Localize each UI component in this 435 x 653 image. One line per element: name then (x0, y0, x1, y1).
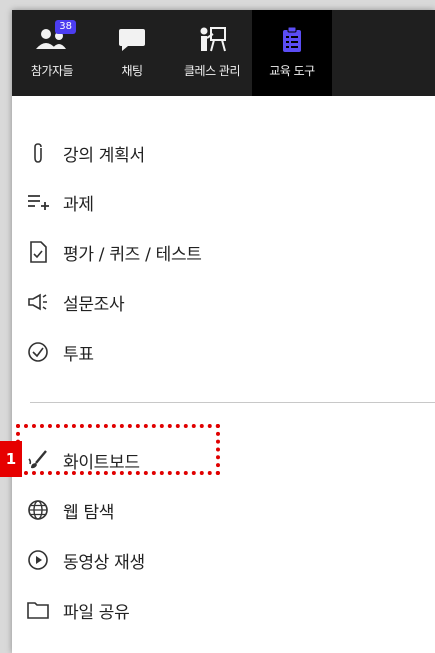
tab-education-tools[interactable]: 교육 도구 (252, 10, 332, 96)
paperclip-icon (27, 142, 49, 164)
tab-label-chat: 채팅 (121, 64, 143, 78)
participant-count-badge: 38 (55, 20, 76, 34)
chat-icon (112, 24, 152, 56)
menu-label-video-play: 동영상 재생 (63, 552, 145, 573)
menu-item-file-share[interactable]: 파일 공유 (12, 590, 435, 630)
megaphone-icon (27, 291, 49, 313)
menu-item-survey[interactable]: 설문조사 (12, 282, 435, 322)
tab-label-class-management: 클레스 관리 (183, 64, 241, 78)
menu-label-vote: 투표 (63, 344, 94, 365)
tab-class-management[interactable]: 클레스 관리 (172, 10, 252, 96)
check-circle-icon (27, 341, 49, 363)
add-list-icon (27, 191, 49, 213)
menu-divider (30, 402, 435, 403)
folder-icon (27, 599, 49, 621)
menu-item-syllabus[interactable]: 강의 계획서 (12, 133, 435, 173)
menu-label-web-browse: 웹 탐색 (63, 502, 115, 523)
menu-item-assignment[interactable]: 과제 (12, 182, 435, 222)
menu-item-quiz[interactable]: 평가 / 퀴즈 / 테스트 (12, 232, 435, 272)
education-tools-icon (272, 24, 312, 56)
menu-item-video-play[interactable]: 동영상 재생 (12, 540, 435, 580)
menu-item-vote[interactable]: 투표 (12, 332, 435, 372)
menu-label-survey: 설문조사 (63, 294, 125, 315)
menu-label-file-share: 파일 공유 (63, 602, 130, 623)
globe-icon (27, 499, 49, 521)
whiteboard-highlight-box (16, 424, 220, 475)
menu-label-syllabus: 강의 계획서 (63, 145, 145, 166)
quiz-document-icon (27, 241, 49, 263)
tab-chat[interactable]: 채팅 (92, 10, 172, 96)
participants-icon: 38 (32, 20, 76, 56)
menu-item-web-browse[interactable]: 웹 탐색 (12, 490, 435, 530)
tab-participants[interactable]: 38 참가자들 (12, 10, 92, 96)
education-tools-panel: 38 참가자들 채팅 클레스 관리 교육 도구 강의 계획서 과제 평가 / 퀴… (12, 10, 435, 653)
tab-label-education-tools: 교육 도구 (269, 64, 315, 78)
play-circle-icon (27, 549, 49, 571)
menu-label-assignment: 과제 (63, 194, 94, 215)
menu-label-quiz: 평가 / 퀴즈 / 테스트 (63, 244, 202, 265)
top-tab-bar: 38 참가자들 채팅 클레스 관리 교육 도구 (12, 10, 435, 96)
step-callout-badge: 1 (0, 441, 22, 477)
class-management-icon (192, 24, 232, 56)
tab-label-participants: 참가자들 (30, 64, 74, 78)
